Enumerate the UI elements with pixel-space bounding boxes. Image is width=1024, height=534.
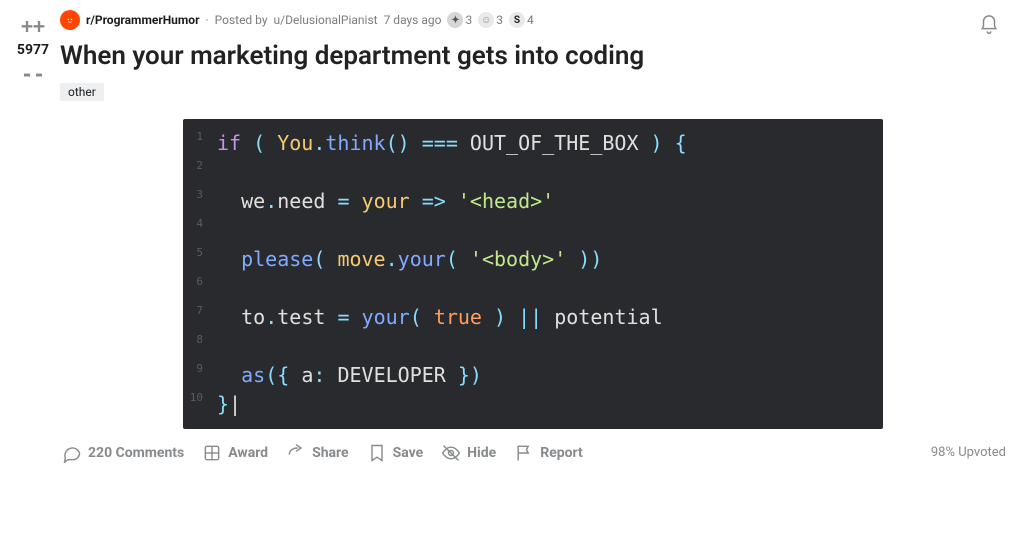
award-s[interactable]: S 4 [509,12,534,28]
award-label: Award [228,445,268,461]
flag-icon [514,443,534,463]
author-link[interactable]: u/DelusionalPianist [274,13,378,27]
award-s-count: 4 [527,13,534,27]
post-title: When your marketing department gets into… [60,40,1006,73]
vote-column: ++ 5977 -- [6,8,60,463]
comments-button[interactable]: 220 Comments [62,443,184,463]
subreddit-link[interactable]: r/ProgrammerHumor [86,13,199,27]
save-button[interactable]: Save [367,443,424,463]
award-wholesome-count: 3 [496,13,503,27]
save-label: Save [393,445,424,461]
comments-label: 220 Comments [88,445,184,461]
upvote-percentage: 98% Upvoted [931,445,1006,460]
post-main: r/ProgrammerHumor · Posted by u/Delusion… [60,8,1006,463]
vote-score: 5977 [17,42,49,58]
separator-dot: · [205,13,208,27]
post-toolbar: 220 Comments Award Share [60,443,1006,463]
post-header: r/ProgrammerHumor · Posted by u/Delusion… [60,10,1006,30]
downvote-button[interactable]: -- [21,64,45,84]
award-button[interactable]: Award [202,443,268,463]
bookmark-icon [367,443,387,463]
report-label: Report [540,445,583,461]
hide-icon [441,443,461,463]
report-button[interactable]: Report [514,443,583,463]
bell-icon[interactable] [978,14,1000,36]
share-button[interactable]: Share [286,443,349,463]
s-award-icon: S [509,12,525,28]
award-silver[interactable]: ✦ 3 [447,12,472,28]
share-label: Share [312,445,349,461]
reddit-post: ++ 5977 -- r/ProgrammerHumor · Posted by… [0,0,1024,534]
hide-label: Hide [467,445,496,461]
award-silver-count: 3 [465,13,472,27]
upvote-button[interactable]: ++ [21,16,45,36]
comment-icon [62,443,82,463]
post-flair[interactable]: other [60,83,104,101]
code-content: 1if ( You.think() === OUT_OF_THE_BOX ) {… [183,129,883,419]
share-icon [286,443,306,463]
post-age: 7 days ago [384,13,442,27]
silver-award-icon: ✦ [447,12,463,28]
posted-by-label: Posted by [215,13,268,27]
wholesome-award-icon: ☺ [478,12,494,28]
award-wholesome[interactable]: ☺ 3 [478,12,503,28]
hide-button[interactable]: Hide [441,443,496,463]
subreddit-icon[interactable] [60,10,80,30]
gift-icon [202,443,222,463]
post-image[interactable]: 1if ( You.think() === OUT_OF_THE_BOX ) {… [183,119,883,429]
